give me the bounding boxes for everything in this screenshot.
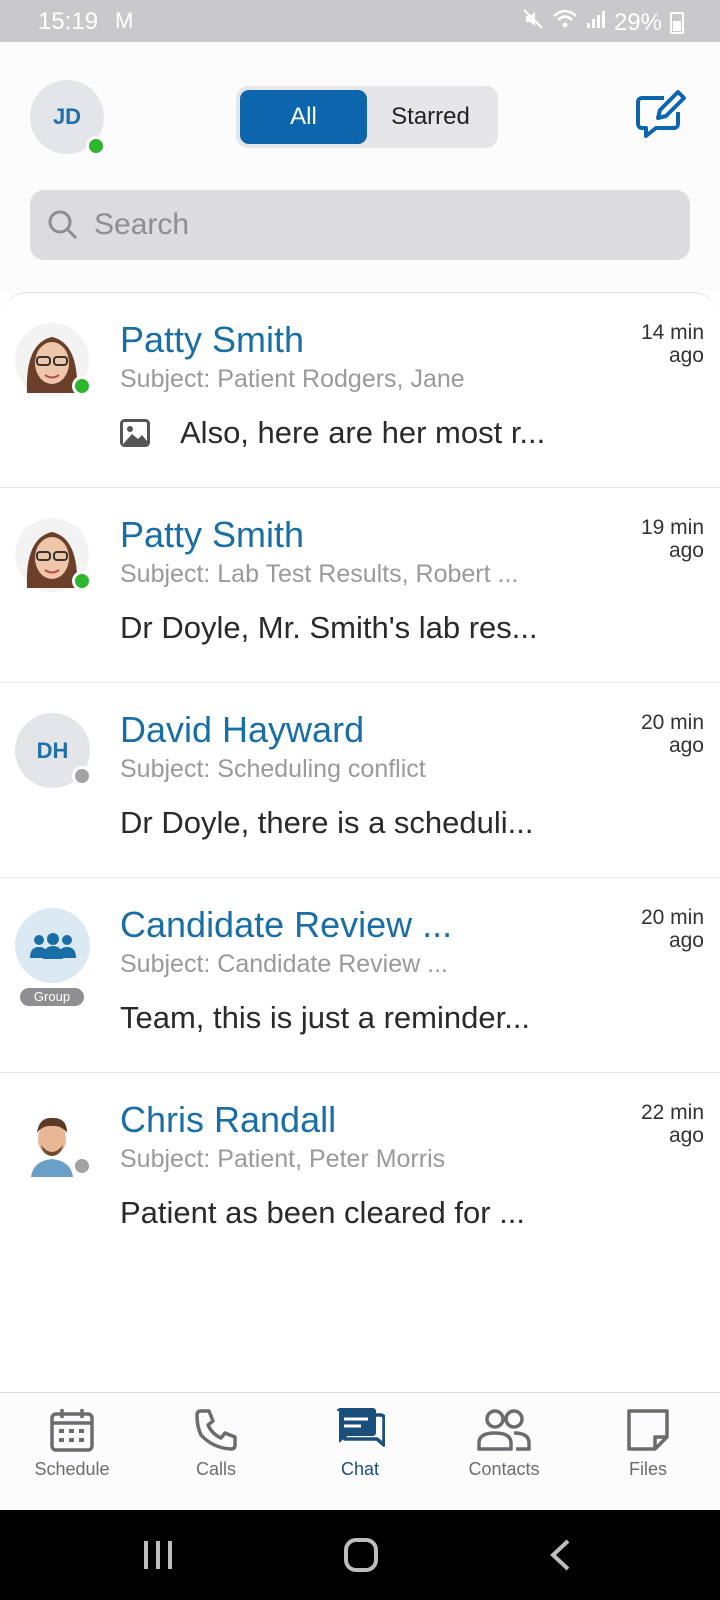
- chat-item[interactable]: DH David Hayward Subject: Scheduling con…: [0, 683, 720, 878]
- chat-item[interactable]: Patty Smith Subject: Lab Test Results, R…: [0, 488, 720, 683]
- chat-preview-text: Team, this is just a reminder...: [120, 1000, 531, 1035]
- chat-time: 20 min ago: [640, 906, 704, 952]
- avatar: DH: [15, 713, 92, 788]
- tab-label: Contacts: [468, 1459, 540, 1479]
- chat-list: Patty Smith Subject: Patient Rodgers, Ja…: [0, 292, 720, 1392]
- chat-preview: Dr Doyle, Mr. Smith's lab res...: [120, 610, 538, 646]
- back-icon[interactable]: [548, 1538, 572, 1572]
- chat-preview: Team, this is just a reminder...: [120, 1000, 530, 1036]
- group-icon: [29, 932, 76, 959]
- chat-icon: [337, 1408, 385, 1447]
- chat-preview: Also, here are her most r...: [120, 415, 545, 451]
- search-input[interactable]: Search: [94, 208, 189, 242]
- phone-icon: [195, 1409, 237, 1451]
- chat-preview: Patient as been cleared for ...: [120, 1195, 525, 1231]
- chat-item[interactable]: Group Candidate Review ... Subject: Cand…: [0, 878, 720, 1073]
- my-initials: JD: [52, 104, 82, 129]
- chat-name: Candidate Review ...: [120, 904, 453, 945]
- chat-subject: Subject: Patient, Peter Morris: [120, 1145, 446, 1173]
- compose-button[interactable]: [634, 90, 688, 142]
- chat-item[interactable]: Chris Randall Subject: Patient, Peter Mo…: [0, 1073, 720, 1268]
- status-right: 29%: [522, 8, 684, 37]
- chat-name: David Hayward: [120, 709, 365, 750]
- tab-label: Calls: [195, 1459, 236, 1479]
- avatar-initials: DH: [36, 737, 69, 763]
- bottom-tab-bar: Schedule Calls Chat Contacts Files: [0, 1392, 720, 1510]
- search-icon: [48, 210, 78, 240]
- tab-schedule[interactable]: Schedule: [0, 1393, 144, 1510]
- battery-percent: 29%: [613, 8, 662, 36]
- calendar-icon: [50, 1409, 94, 1452]
- tab-label: Chat: [340, 1459, 380, 1479]
- wifi-icon: [552, 8, 578, 37]
- system-nav-bar: [0, 1510, 720, 1600]
- tab-chat[interactable]: Chat: [288, 1393, 432, 1510]
- chat-subject: Subject: Lab Test Results, Robert ...: [120, 560, 519, 588]
- mail-icon: M: [115, 8, 134, 33]
- status-time: 15:19: [38, 8, 99, 35]
- presence-offline-icon: [72, 766, 92, 786]
- presence-offline-icon: [72, 1156, 92, 1176]
- avatar: [15, 908, 90, 983]
- status-bar: 15:19 M 29%: [0, 0, 720, 42]
- chat-preview-text: Dr Doyle, Mr. Smith's lab res...: [120, 610, 538, 645]
- file-icon: [627, 1409, 669, 1451]
- chat-preview-text: Patient as been cleared for ...: [120, 1195, 525, 1230]
- chat-subject: Subject: Candidate Review ...: [120, 950, 448, 978]
- compose-icon: [636, 90, 686, 138]
- group-badge: Group: [20, 988, 84, 1006]
- mute-icon: [522, 8, 544, 37]
- chat-subject: Subject: Scheduling conflict: [120, 755, 426, 783]
- avatar: [15, 1103, 92, 1178]
- tab-label: Files: [628, 1459, 667, 1479]
- segment-starred[interactable]: Starred: [367, 90, 494, 144]
- chat-time: 22 min ago: [640, 1101, 704, 1147]
- tab-files[interactable]: Files: [576, 1393, 720, 1510]
- filter-segment: All Starred: [236, 86, 498, 148]
- recent-apps-icon[interactable]: [142, 1540, 174, 1570]
- tab-label: Schedule: [34, 1459, 110, 1479]
- chat-item[interactable]: Patty Smith Subject: Patient Rodgers, Ja…: [0, 293, 720, 488]
- chat-time: 20 min ago: [640, 711, 704, 757]
- my-avatar[interactable]: JD: [30, 80, 106, 156]
- segment-all[interactable]: All: [240, 90, 367, 144]
- chat-header: JD All Starred Search: [0, 42, 720, 292]
- search-bar[interactable]: Search: [30, 190, 690, 260]
- battery-icon: [670, 11, 684, 34]
- presence-online-icon: [86, 136, 106, 156]
- chat-time: 14 min ago: [640, 321, 704, 367]
- avatar: [15, 518, 92, 593]
- chat-preview: Dr Doyle, there is a scheduli...: [120, 805, 534, 841]
- chat-time: 19 min ago: [640, 516, 704, 562]
- signal-icon: [586, 8, 606, 37]
- chat-name: Chris Randall: [120, 1099, 337, 1140]
- chat-preview-text: Also, here are her most r...: [180, 415, 546, 450]
- chat-subject: Subject: Patient Rodgers, Jane: [120, 365, 465, 393]
- chat-name: Patty Smith: [120, 514, 305, 555]
- presence-online-icon: [72, 376, 92, 396]
- contacts-icon: [477, 1409, 531, 1451]
- tab-contacts[interactable]: Contacts: [432, 1393, 576, 1510]
- chat-preview-text: Dr Doyle, there is a scheduli...: [120, 805, 534, 840]
- chat-name: Patty Smith: [120, 319, 305, 360]
- avatar: [15, 323, 92, 398]
- presence-online-icon: [72, 571, 92, 591]
- tab-calls[interactable]: Calls: [144, 1393, 288, 1510]
- image-icon: [120, 419, 150, 447]
- home-icon[interactable]: [343, 1537, 379, 1573]
